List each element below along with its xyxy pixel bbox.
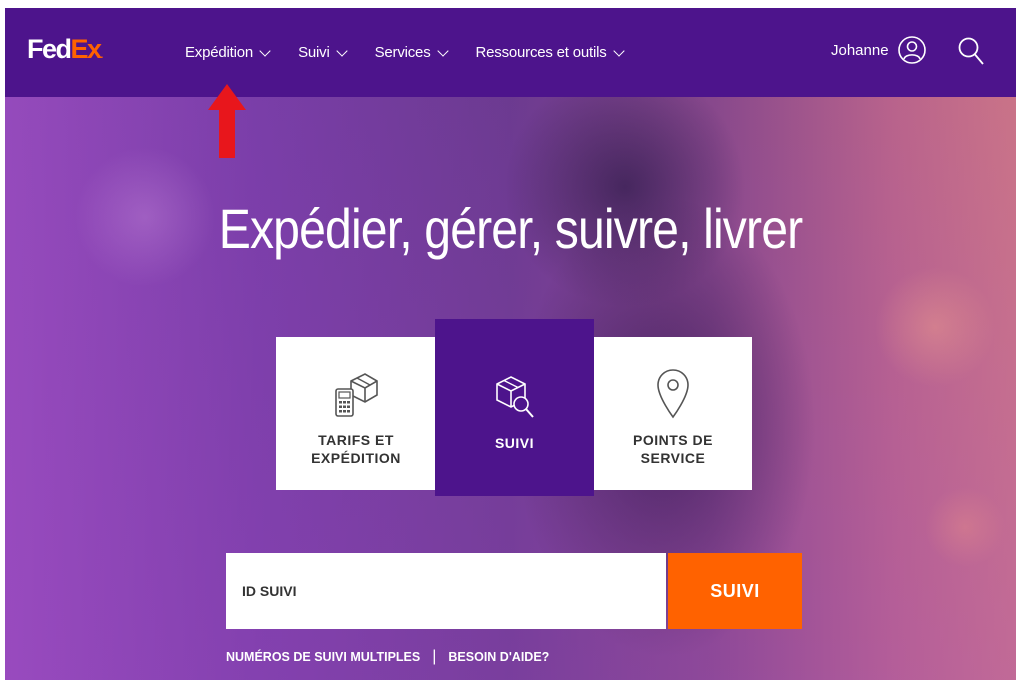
user-avatar-icon	[897, 36, 926, 64]
card-service-points-label: POINTS DE SERVICE	[633, 432, 713, 466]
fedex-logo[interactable]: FedEx.	[27, 34, 103, 65]
tracking-box-search-icon	[495, 376, 534, 418]
location-pin-icon	[657, 369, 689, 419]
multiple-tracking-numbers-link[interactable]: NUMÉROS DE SUIVI MULTIPLES	[226, 650, 420, 664]
menu-item-label: Expédition	[185, 44, 254, 61]
red-annotation-arrow-icon	[208, 84, 246, 158]
menu-item-label: Ressources et outils	[475, 44, 607, 61]
page-frame: FedEx. Expédition Suivi Services Ressour…	[5, 8, 1016, 680]
chevron-down-icon	[436, 44, 449, 57]
menu-item-ressources[interactable]: Ressources et outils	[475, 44, 625, 61]
tracking-id-input[interactable]	[226, 553, 666, 629]
menu-item-services[interactable]: Services	[374, 44, 449, 61]
tracking-sub-links: NUMÉROS DE SUIVI MULTIPLES | BESOIN D'AI…	[226, 648, 549, 666]
main-menu: Expédition Suivi Services Ressources et …	[185, 8, 652, 97]
help-link[interactable]: BESOIN D'AIDE?	[448, 650, 549, 664]
rates-shipping-icon	[335, 373, 378, 417]
card-service-points[interactable]: POINTS DE SERVICE	[594, 337, 752, 490]
chevron-down-icon	[335, 44, 348, 57]
hero-headline: Expédier, gérer, suivre, livrer	[218, 197, 803, 260]
track-button[interactable]: SUIVI	[668, 553, 802, 629]
logo-fed-text: Fed	[27, 34, 72, 64]
link-separator: |	[432, 648, 437, 665]
card-rates-label: TARIFS ET EXPÉDITION	[311, 432, 401, 466]
card-tracking-label: SUIVI	[494, 435, 535, 451]
logo-ex-text: Ex	[70, 34, 103, 64]
card-rates-shipping[interactable]: TARIFS ET EXPÉDITION	[276, 337, 436, 490]
user-account-button[interactable]: Johanne	[831, 35, 927, 65]
menu-item-suivi[interactable]: Suivi	[298, 44, 348, 61]
chevron-down-icon	[259, 44, 271, 57]
logo-dot-text: .	[100, 50, 104, 61]
menu-item-label: Suivi	[298, 44, 330, 61]
user-name: Johanne	[831, 41, 889, 59]
menu-item-expedition[interactable]: Expédition	[185, 44, 271, 61]
search-icon[interactable]	[957, 36, 985, 66]
menu-item-label: Services	[374, 44, 431, 61]
top-navigation: FedEx. Expédition Suivi Services Ressour…	[5, 8, 1016, 97]
card-tracking[interactable]: SUIVI	[435, 319, 594, 496]
chevron-down-icon	[612, 44, 625, 57]
